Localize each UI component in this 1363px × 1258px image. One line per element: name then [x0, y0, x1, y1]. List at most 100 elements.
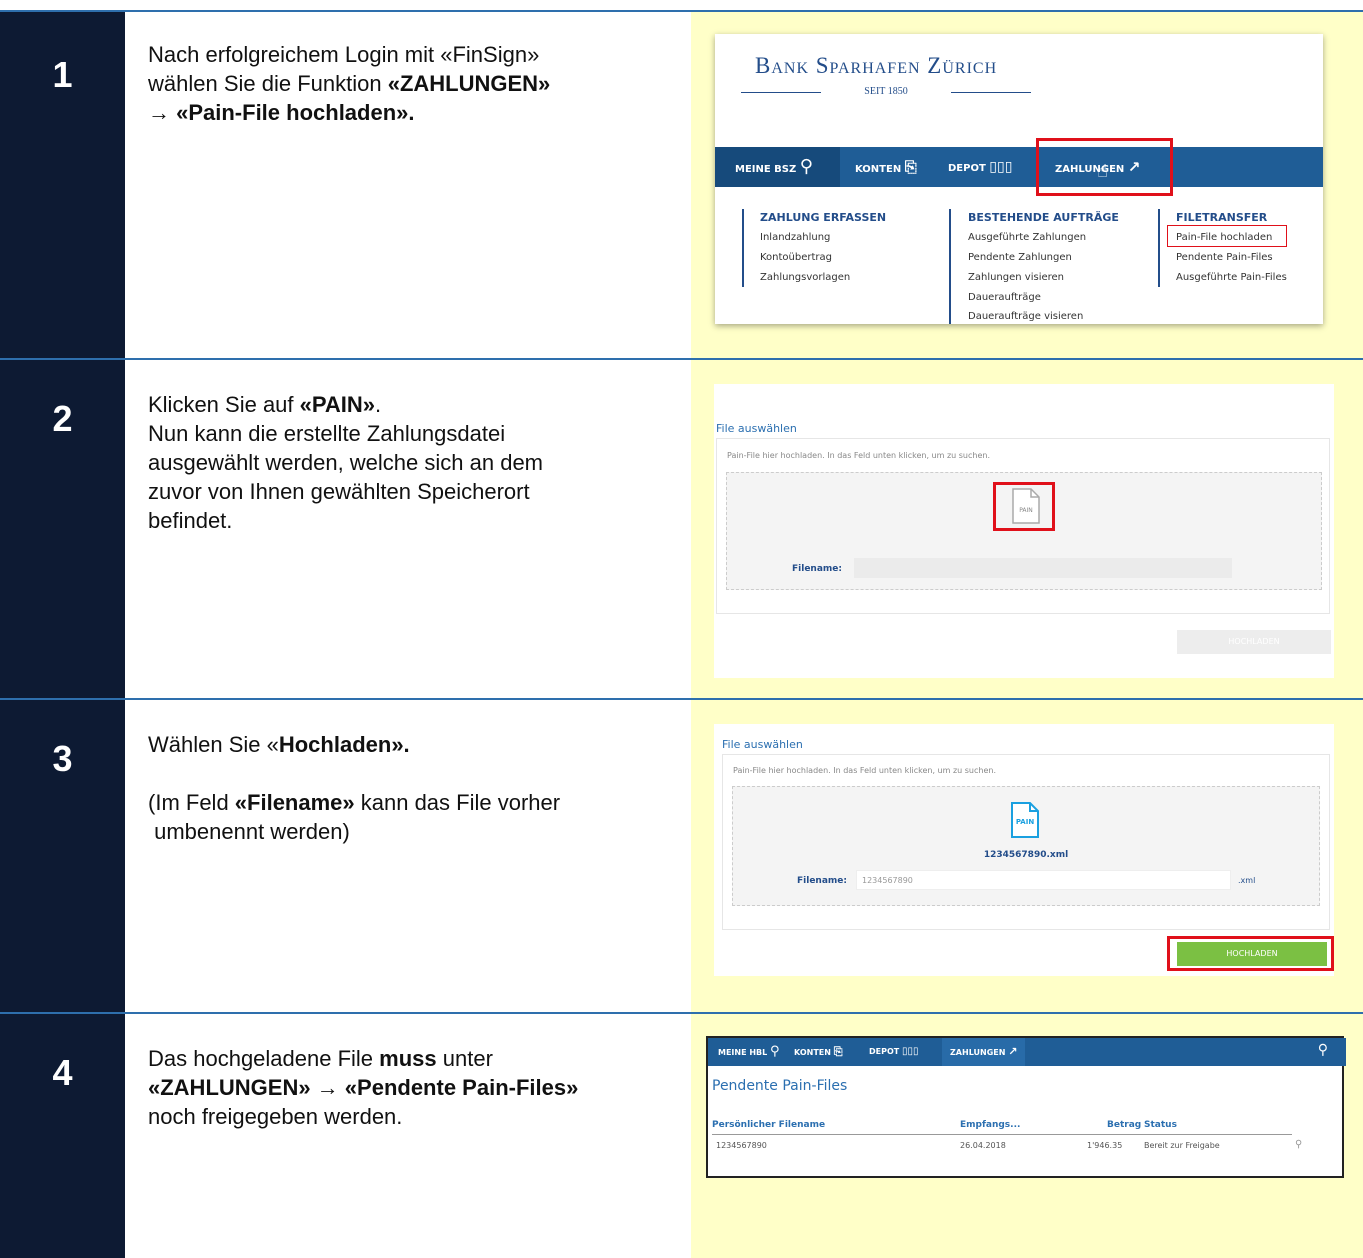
user-icon: ⚲	[770, 1044, 780, 1059]
step-2: 2 Klicken Sie auf «PAIN». Nun kann die e…	[0, 360, 1363, 698]
wallet-icon: ⎘	[904, 158, 917, 176]
separator	[0, 10, 1363, 12]
filename-label: Filename:	[797, 876, 847, 886]
menu-item[interactable]: Ausgeführte Pain-Files	[1176, 272, 1287, 283]
text-line: Nach erfolgreichem Login mit «FinSign»	[148, 42, 540, 67]
pain-file-icon[interactable]: PAIN	[1011, 802, 1039, 838]
menu-item[interactable]: Pendente Pain-Files	[1176, 252, 1273, 263]
text-line: noch freigegeben werden.	[148, 1104, 403, 1129]
table-row[interactable]: 1234567890 26.04.2018 1'946.35 Bereit zu…	[712, 1139, 1302, 1155]
menu-item[interactable]: Inlandzahlung	[760, 232, 830, 243]
step-text: Das hochgeladene File muss unter «ZAHLUN…	[148, 1044, 678, 1131]
filename-input[interactable]: 1234567890	[856, 870, 1231, 890]
highlight-box	[993, 482, 1055, 531]
nav-label: DEPOT	[948, 163, 986, 174]
menu-item[interactable]: Daueraufträge	[968, 292, 1041, 303]
bank-name: Bank Sparhafen Zürich	[755, 53, 998, 78]
nav-zahlungen[interactable]: ZAHLUNGEN ↗	[942, 1038, 1026, 1066]
nav-depot[interactable]: DEPOT ▯▯▯	[869, 1038, 919, 1066]
nav-depot[interactable]: DEPOT ▯▯▯	[948, 147, 1012, 187]
menu-heading: FILETRANSFER	[1176, 211, 1268, 224]
highlight-box	[1036, 138, 1173, 196]
step-number: 1	[52, 54, 73, 95]
nav-label: KONTEN	[855, 164, 902, 175]
cell-amount: 1'946.35	[1087, 1141, 1123, 1150]
text-bold: Hochladen».	[278, 732, 410, 757]
main-nav: MEINE BSZ ⚲ KONTEN ⎘ DEPOT ▯▯▯ ZAHLUNGEN…	[715, 147, 1323, 187]
text-span: (Im Feld	[148, 790, 235, 815]
filename-label: Filename:	[792, 564, 842, 574]
nav-label: ZAHLUNGEN	[950, 1048, 1006, 1057]
nav-label: MEINE BSZ	[735, 164, 797, 175]
nav-label: KONTEN	[794, 1048, 831, 1057]
text-line: → «Pain-File hochladen».	[148, 98, 678, 127]
text-span: Wählen Sie «	[148, 732, 279, 757]
text-line: «ZAHLUNGEN» → «Pendente Pain-Files»	[148, 1073, 678, 1102]
highlight-box	[1167, 225, 1287, 247]
text-line: ausgewählt werden, welche sich an dem	[148, 450, 544, 475]
text-line: befindet.	[148, 508, 233, 533]
text-line: umbenennt werden)	[148, 819, 350, 844]
user-icon: ⚲	[799, 156, 813, 177]
upload-button[interactable]: HOCHLADEN	[1177, 630, 1331, 654]
text-span: unter	[436, 1046, 493, 1071]
text-line: (Im Feld «Filename» kann das File vorher	[148, 788, 678, 817]
step-number-column	[0, 1014, 125, 1258]
menu-item[interactable]: Zahlungsvorlagen	[760, 272, 850, 283]
chart-icon: ▯▯▯	[902, 1046, 919, 1057]
upload-hint: Pain-File hier hochladen. In das Feld un…	[733, 766, 997, 775]
text-span: wählen Sie die Funktion	[148, 71, 388, 96]
magnifier-icon[interactable]: ⚲	[1295, 1139, 1302, 1150]
divider	[949, 209, 951, 324]
cell-status: Bereit zur Freigabe	[1144, 1141, 1220, 1150]
text-line: Das hochgeladene File muss unter	[148, 1044, 678, 1073]
nav-meine-bsz[interactable]: MEINE BSZ ⚲	[715, 147, 840, 187]
wallet-icon: ⎘	[833, 1045, 843, 1058]
icon-label: PAIN	[1015, 818, 1035, 826]
cell-date: 26.04.2018	[960, 1141, 1006, 1150]
bank-menu-screenshot: Bank Sparhafen Zürich SEIT 1850 MEINE BS…	[715, 34, 1323, 324]
arrow-icon: ↗	[1008, 1045, 1018, 1058]
menu-item[interactable]: Zahlungen visieren	[968, 272, 1064, 283]
file-extension: .xml	[1238, 876, 1256, 885]
cell-filename: 1234567890	[716, 1141, 767, 1150]
pending-files-screenshot: MEINE HBL ⚲ KONTEN ⎘ DEPOT ▯▯▯ ZAHLUNGEN…	[706, 1036, 1346, 1178]
text-span: Das hochgeladene File	[148, 1046, 380, 1071]
chart-icon: ▯▯▯	[989, 159, 1013, 175]
nav-konten[interactable]: KONTEN ⎘	[855, 147, 917, 187]
step-number: 3	[52, 738, 73, 779]
step-1: 1 Nach erfolgreichem Login mit «FinSign»…	[0, 12, 1363, 358]
menu-item[interactable]: Pendente Zahlungen	[968, 252, 1072, 263]
file-select-screenshot: File auswählen Pain-File hier hochladen.…	[714, 384, 1334, 678]
step-4: 4 Das hochgeladene File muss unter «ZAHL…	[0, 1014, 1363, 1258]
highlight-box	[1167, 936, 1334, 971]
col-header[interactable]: Status	[1144, 1120, 1177, 1130]
col-header[interactable]: Betrag	[1107, 1120, 1141, 1130]
text-bold: → «Pain-File hochladen».	[148, 100, 415, 125]
text-line: Klicken Sie auf «PAIN».	[148, 390, 678, 419]
text-line: Nun kann die erstellte Zahlungsdatei	[148, 421, 506, 446]
step-number: 2	[52, 398, 73, 439]
text-bold: «PAIN»	[299, 392, 376, 417]
menu-heading: ZAHLUNG ERFASSEN	[760, 211, 887, 224]
menu-heading: BESTEHENDE AUFTRÄGE	[968, 211, 1119, 224]
section-title: File auswählen	[722, 738, 803, 751]
seit-label: SEIT 1850	[741, 86, 1031, 97]
main-nav: MEINE HBL ⚲ KONTEN ⎘ DEPOT ▯▯▯ ZAHLUNGEN…	[708, 1038, 1346, 1066]
menu-item[interactable]: Daueraufträge visieren	[968, 311, 1083, 322]
menu-item[interactable]: Ausgeführte Zahlungen	[968, 232, 1086, 243]
text-line: Wählen Sie «Hochladen».	[148, 730, 678, 759]
text-bold: «ZAHLUNGEN» → «Pendente Pain-Files»	[148, 1075, 579, 1100]
menu-item[interactable]: Kontoübertrag	[760, 252, 832, 263]
nav-konten[interactable]: KONTEN ⎘	[794, 1038, 843, 1066]
col-header[interactable]: Persönlicher Filename	[712, 1120, 825, 1130]
nav-meine-hbl[interactable]: MEINE HBL ⚲	[718, 1038, 780, 1066]
text-span: Klicken Sie auf	[148, 392, 300, 417]
search-icon[interactable]: ⚲	[1318, 1042, 1328, 1058]
col-header[interactable]: Empfangs...	[960, 1120, 1020, 1130]
text-bold: «Filename»	[234, 790, 355, 815]
filename-input[interactable]	[854, 558, 1232, 578]
step-3: 3 Wählen Sie «Hochladen». (Im Feld «File…	[0, 700, 1363, 1012]
text-span: kann das File vorher	[354, 790, 561, 815]
